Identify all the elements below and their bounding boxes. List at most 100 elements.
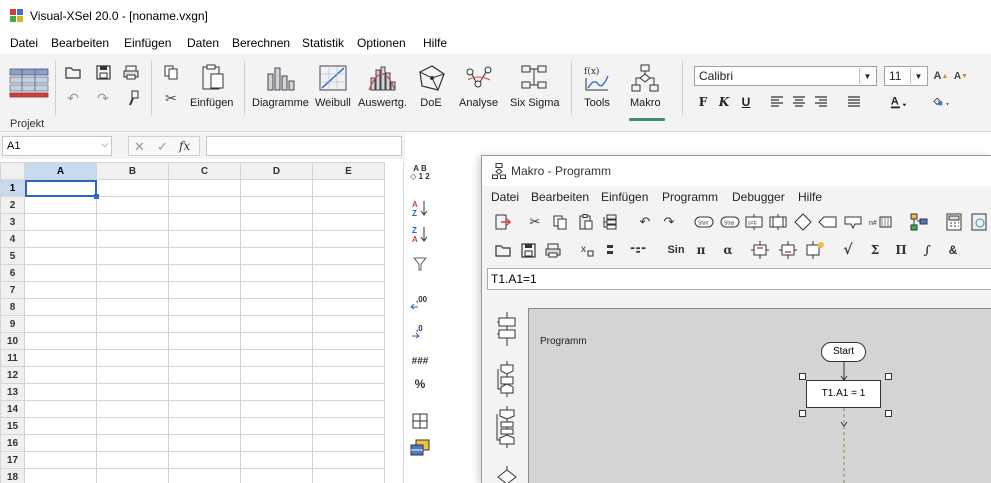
grid-cell[interactable] bbox=[168, 434, 241, 452]
grid-cell[interactable] bbox=[24, 332, 97, 350]
menu-bearbeiten[interactable]: Bearbeiten bbox=[51, 36, 109, 50]
row-header[interactable]: 5 bbox=[0, 247, 25, 265]
resize-handle[interactable] bbox=[799, 373, 806, 380]
grid-cell[interactable] bbox=[24, 400, 97, 418]
save-icon[interactable] bbox=[94, 63, 112, 81]
font-size-select[interactable]: 11 ▼ bbox=[884, 66, 928, 86]
analyse-button[interactable]: Analyse bbox=[459, 64, 498, 109]
grid-cell[interactable] bbox=[24, 281, 97, 299]
grid-cell[interactable] bbox=[168, 468, 241, 483]
exit-icon[interactable] bbox=[493, 213, 513, 231]
grid-cell[interactable] bbox=[96, 264, 169, 282]
grid-cell[interactable] bbox=[168, 264, 241, 282]
grid-cell[interactable] bbox=[168, 417, 241, 435]
row-header[interactable]: 2 bbox=[0, 196, 25, 214]
grid-cell[interactable] bbox=[96, 247, 169, 265]
loop-block-icon[interactable] bbox=[843, 213, 863, 231]
row-header[interactable]: 17 bbox=[0, 451, 25, 469]
row-header[interactable]: 16 bbox=[0, 434, 25, 452]
grid-cell[interactable] bbox=[240, 349, 313, 367]
row-header[interactable]: 11 bbox=[0, 349, 25, 367]
grid-cell[interactable] bbox=[168, 281, 241, 299]
grid-cell[interactable] bbox=[24, 230, 97, 248]
row-header[interactable]: 7 bbox=[0, 281, 25, 299]
formula-input[interactable] bbox=[206, 136, 402, 156]
start-block-icon[interactable]: Start bbox=[694, 213, 714, 231]
borders-icon[interactable] bbox=[409, 412, 431, 430]
diagramme-button[interactable]: Diagramme bbox=[252, 64, 309, 109]
grid-cell[interactable] bbox=[168, 383, 241, 401]
grid-cell[interactable] bbox=[24, 247, 97, 265]
grid-cell[interactable] bbox=[312, 247, 385, 265]
open-folder-icon[interactable] bbox=[64, 63, 82, 81]
program-structure-icon[interactable] bbox=[909, 213, 929, 231]
macro-menu-hilfe[interactable]: Hilfe bbox=[798, 190, 822, 204]
grid-cell[interactable] bbox=[24, 434, 97, 452]
menu-statistik[interactable]: Statistik bbox=[302, 36, 344, 50]
chevron-down-icon[interactable]: ▼ bbox=[910, 68, 926, 84]
underline-button[interactable]: U bbox=[738, 94, 754, 110]
function-icon[interactable]: fx bbox=[179, 139, 190, 153]
grid-cell[interactable] bbox=[24, 468, 97, 483]
sin-function-button[interactable]: Sin bbox=[663, 241, 689, 259]
grid-cell[interactable] bbox=[24, 451, 97, 469]
row-header[interactable]: 13 bbox=[0, 383, 25, 401]
grid-cell[interactable] bbox=[168, 247, 241, 265]
grid-cell[interactable] bbox=[312, 196, 385, 214]
grid-cell[interactable] bbox=[96, 383, 169, 401]
grid-cell[interactable] bbox=[312, 468, 385, 483]
data-block-icon[interactable]: n# bbox=[869, 213, 893, 231]
subroutine-block-icon[interactable] bbox=[768, 213, 788, 231]
grid-cell[interactable] bbox=[96, 213, 169, 231]
flow-start-node[interactable]: Start bbox=[821, 342, 866, 362]
grid-cell[interactable] bbox=[96, 315, 169, 333]
number-format-button[interactable]: ### bbox=[409, 352, 431, 370]
font-grow-icon[interactable]: A ▲ bbox=[932, 67, 950, 85]
undo-icon[interactable]: ↶ bbox=[635, 213, 655, 231]
menu-datei[interactable]: Datei bbox=[10, 36, 38, 50]
grid-cell[interactable] bbox=[168, 366, 241, 384]
grid-cell[interactable] bbox=[240, 332, 313, 350]
row-header[interactable]: 4 bbox=[0, 230, 25, 248]
grid-cell[interactable] bbox=[312, 213, 385, 231]
column-header[interactable]: E bbox=[312, 162, 385, 180]
grid-cell[interactable] bbox=[240, 315, 313, 333]
redo-icon[interactable]: ↷ bbox=[94, 89, 112, 107]
resize-handle[interactable] bbox=[799, 410, 806, 417]
grid-cell[interactable] bbox=[168, 298, 241, 316]
sort-ascending-icon[interactable]: AZ bbox=[409, 199, 431, 217]
grid-cell[interactable] bbox=[240, 230, 313, 248]
row-header[interactable]: 9 bbox=[0, 315, 25, 333]
stop-block-icon[interactable]: Stop bbox=[720, 213, 740, 231]
row-header[interactable]: 1 bbox=[0, 179, 25, 197]
grid-cell[interactable] bbox=[312, 179, 385, 197]
grid-cell[interactable] bbox=[24, 264, 97, 282]
grid-cell[interactable] bbox=[96, 468, 169, 483]
row-header[interactable]: 6 bbox=[0, 264, 25, 282]
menu-berechnen[interactable]: Berechnen bbox=[232, 36, 290, 50]
grid-cell[interactable] bbox=[96, 349, 169, 367]
grid-cell[interactable] bbox=[96, 434, 169, 452]
grid-cell[interactable] bbox=[240, 179, 313, 197]
grid-cell[interactable] bbox=[240, 383, 313, 401]
grid-cell[interactable] bbox=[168, 196, 241, 214]
grid-cell[interactable] bbox=[312, 264, 385, 282]
grid-cell[interactable] bbox=[312, 332, 385, 350]
nested-loop-block-icon[interactable] bbox=[496, 406, 518, 451]
row-header[interactable]: 18 bbox=[0, 468, 25, 483]
assign-operator-icon[interactable] bbox=[602, 241, 622, 259]
macro-menu-programm[interactable]: Programm bbox=[662, 190, 718, 204]
grid-cell[interactable] bbox=[96, 332, 169, 350]
decision-block-icon[interactable] bbox=[793, 213, 813, 231]
grid-corner[interactable] bbox=[0, 162, 25, 180]
column-header[interactable]: B bbox=[96, 162, 169, 180]
macro-menu-einfuegen[interactable]: Einfügen bbox=[601, 190, 648, 204]
scissors-icon[interactable]: ✂ bbox=[162, 89, 180, 107]
row-header[interactable]: 3 bbox=[0, 213, 25, 231]
scissors-icon[interactable]: ✂ bbox=[525, 213, 545, 231]
calculator-icon[interactable] bbox=[944, 213, 964, 231]
macro-menu-debugger[interactable]: Debugger bbox=[732, 190, 785, 204]
pi-constant-button[interactable]: π bbox=[691, 241, 711, 259]
grid-cell[interactable] bbox=[24, 196, 97, 214]
grid-cell[interactable] bbox=[240, 451, 313, 469]
